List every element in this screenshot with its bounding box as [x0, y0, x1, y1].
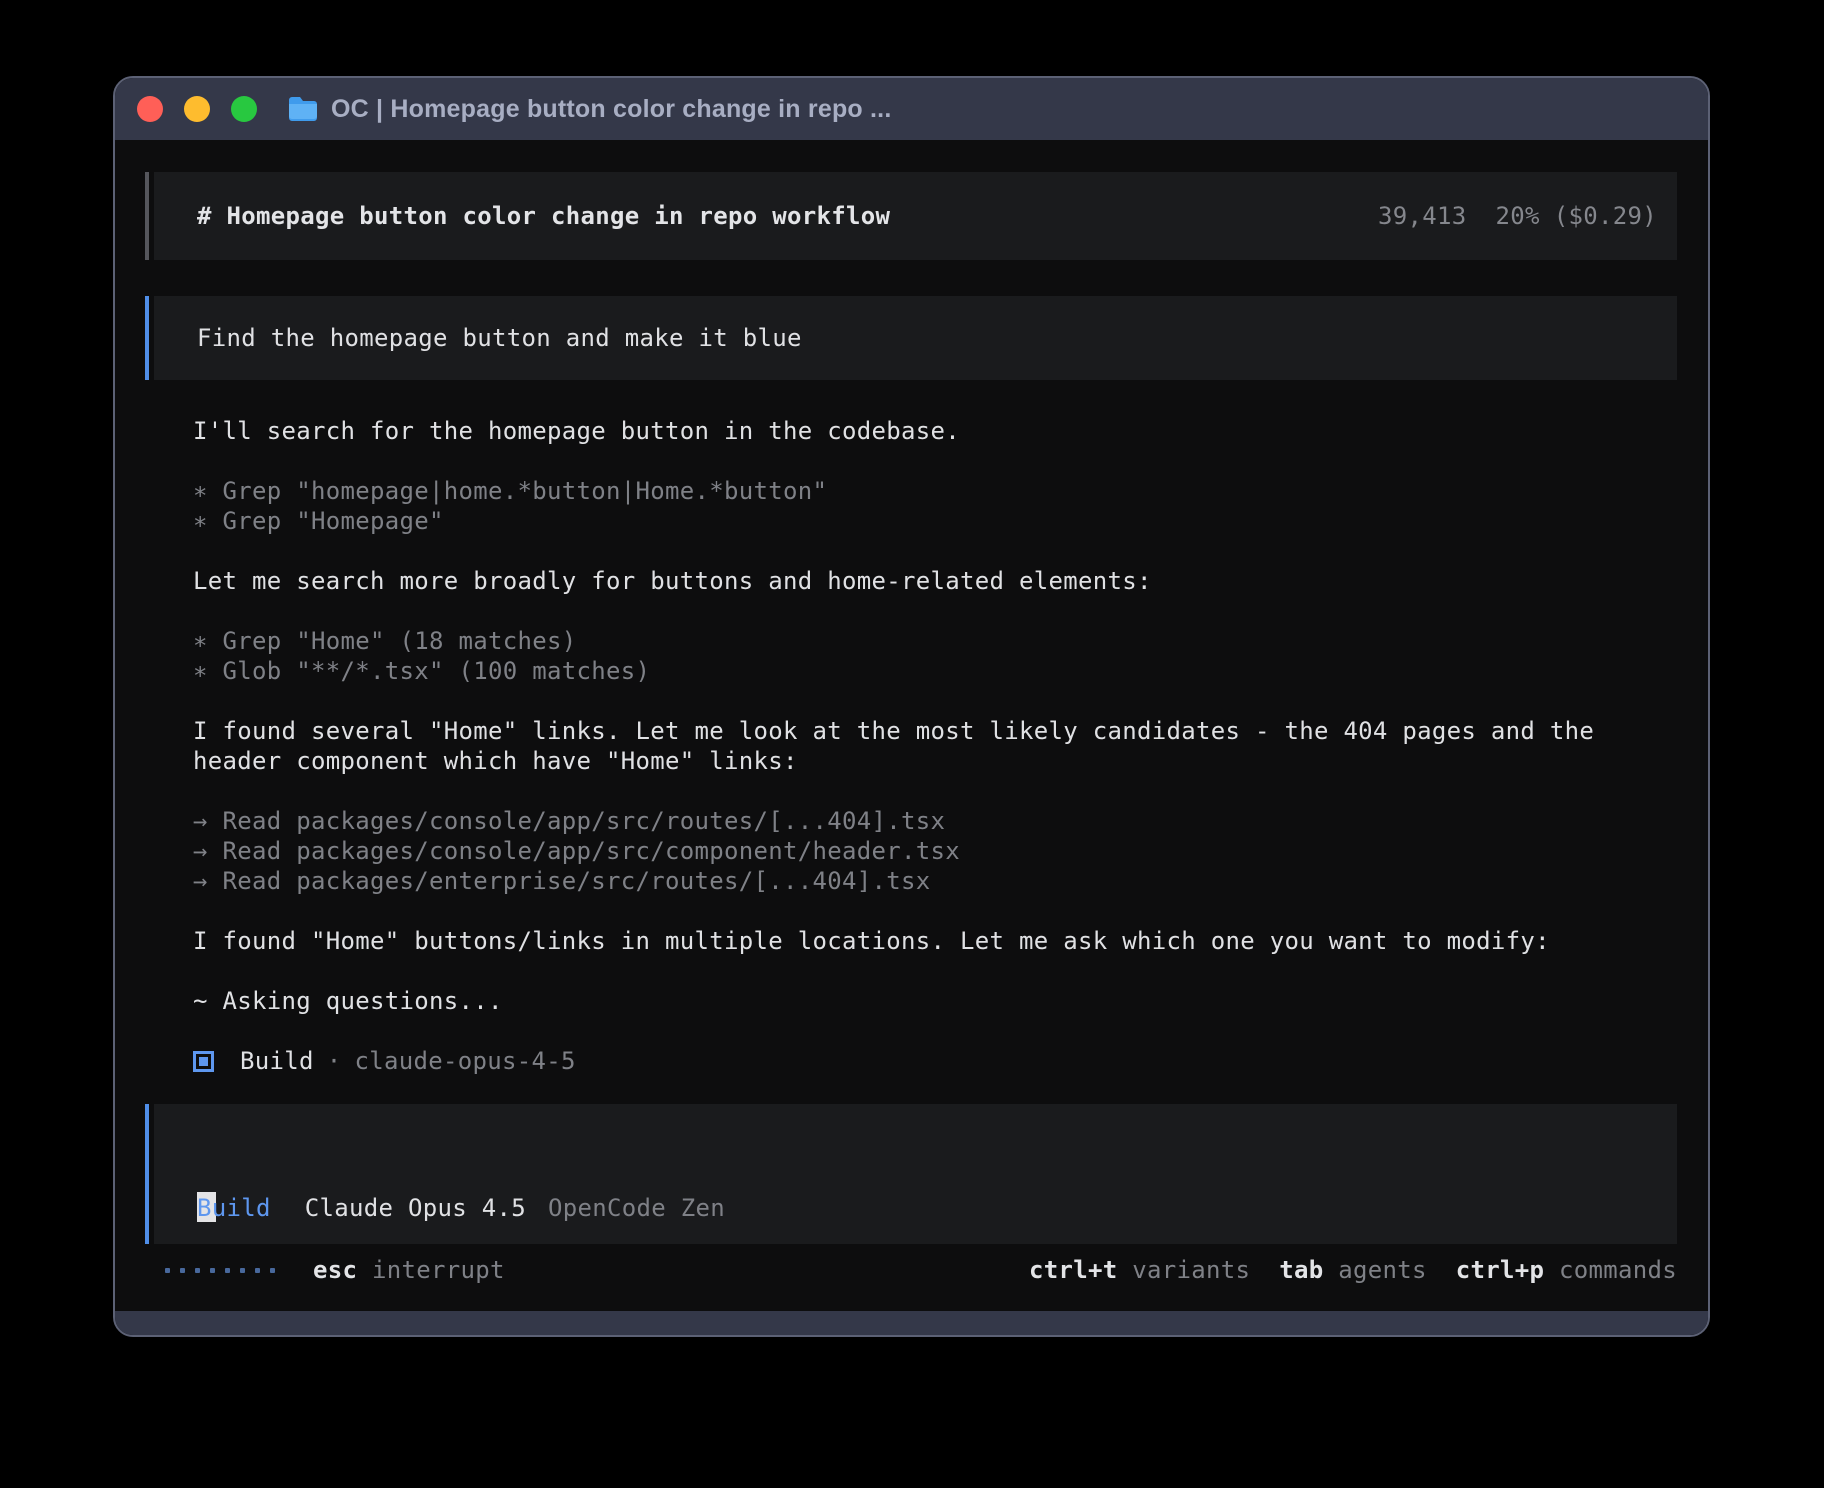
conversation-line — [193, 1016, 1677, 1046]
conversation-line: header component which have "Home" links… — [193, 746, 1677, 776]
conversation-line — [193, 686, 1677, 716]
agent-badge-icon — [193, 1051, 214, 1072]
conversation-line: → Read packages/console/app/src/componen… — [193, 836, 1677, 866]
conversation-line: I'll search for the homepage button in t… — [193, 416, 1677, 446]
conversation-line — [193, 776, 1677, 806]
input-provider-label: OpenCode Zen — [548, 1193, 725, 1223]
zoom-button[interactable] — [231, 96, 257, 122]
context-percent: 20% — [1496, 202, 1540, 230]
conversation-line: Let me search more broadly for buttons a… — [193, 566, 1677, 596]
conversation-line: → Read packages/enterprise/src/routes/[.… — [193, 866, 1677, 896]
prompt-input-accent — [145, 1104, 149, 1244]
model-id: claude-opus-4-5 — [355, 1046, 576, 1076]
conversation-line: I found several "Home" links. Let me loo… — [193, 716, 1677, 746]
conversation-line: ∗ Grep "homepage|home.*button|Home.*butt… — [193, 476, 1677, 506]
user-message: Find the homepage button and make it blu… — [145, 296, 1677, 380]
user-message-accent — [145, 296, 149, 380]
conversation: I'll search for the homepage button in t… — [193, 416, 1677, 1046]
agent-name: Build — [240, 1046, 314, 1076]
conversation-line — [193, 596, 1677, 626]
conversation-line: ∗ Grep "Homepage" — [193, 506, 1677, 536]
conversation-line — [193, 956, 1677, 986]
session-title: # Homepage button color change in repo w… — [197, 201, 890, 231]
session-header-accent — [145, 172, 149, 260]
input-model-row: Build Claude Opus 4.5 OpenCode Zen — [197, 1193, 725, 1223]
conversation-line — [193, 896, 1677, 926]
conversation-line: ∗ Grep "Home" (18 matches) — [193, 626, 1677, 656]
input-agent-label: Build — [197, 1193, 271, 1223]
window-titlebar[interactable]: OC | Homepage button color change in rep… — [115, 78, 1708, 140]
close-button[interactable] — [137, 96, 163, 122]
session-header: # Homepage button color change in repo w… — [145, 172, 1677, 260]
agent-status-line: Build · claude-opus-4-5 — [193, 1046, 1677, 1076]
spinner-dot — [165, 1268, 170, 1273]
window-title: OC | Homepage button color change in rep… — [331, 95, 891, 124]
traffic-lights — [137, 96, 257, 122]
minimize-button[interactable] — [184, 96, 210, 122]
status-separator: · — [327, 1046, 342, 1076]
conversation-line: ∗ Glob "**/*.tsx" (100 matches) — [193, 656, 1677, 686]
prompt-input[interactable]: Build Claude Opus 4.5 OpenCode Zen — [145, 1104, 1677, 1244]
token-count: 39,413 — [1378, 202, 1467, 230]
input-model-label: Claude Opus 4.5 — [305, 1193, 526, 1223]
conversation-line — [193, 536, 1677, 566]
user-message-text: Find the homepage button and make it blu… — [197, 323, 802, 353]
conversation-line: ~ Asking questions... — [193, 986, 1677, 1016]
conversation-line: → Read packages/console/app/src/routes/[… — [193, 806, 1677, 836]
session-cost: ($0.29) — [1554, 202, 1657, 230]
terminal-content: # Homepage button color change in repo w… — [115, 140, 1708, 1311]
folder-icon — [287, 96, 319, 122]
session-stats: 39,413 20% ($0.29) — [1378, 201, 1657, 231]
conversation-line: I found "Home" buttons/links in multiple… — [193, 926, 1677, 956]
window-bottom-bar — [115, 1311, 1708, 1335]
spinner-dot — [180, 1268, 185, 1273]
conversation-line — [193, 446, 1677, 476]
terminal-window: OC | Homepage button color change in rep… — [113, 76, 1710, 1337]
